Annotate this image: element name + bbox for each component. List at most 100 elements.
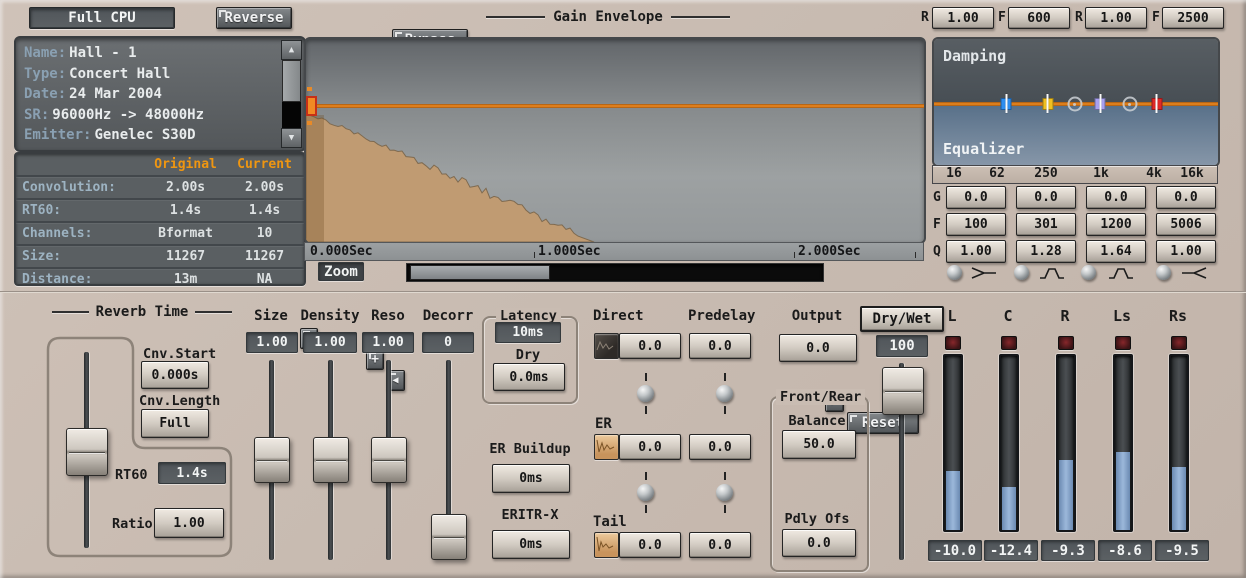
- reverb-time-slider-handle[interactable]: [66, 428, 108, 476]
- clip-led[interactable]: [1171, 336, 1187, 350]
- decorr-slider-handle[interactable]: [431, 514, 467, 560]
- r-value-2: 1.00: [1100, 11, 1131, 26]
- envelope-scrollbar[interactable]: [406, 263, 824, 282]
- scroll-up-button[interactable]: ▲: [281, 40, 302, 60]
- damping-eq-display[interactable]: Damping Equalizer: [932, 37, 1220, 167]
- predelay-header: Predelay: [688, 308, 755, 324]
- envelope-node-dot[interactable]: [307, 87, 312, 91]
- eq-q-field-4[interactable]: 1.00: [1156, 240, 1216, 263]
- eq-gain-field-2[interactable]: 0.0: [1016, 186, 1076, 209]
- direct-level-value: 0.0: [638, 339, 661, 354]
- eq-q-field-1[interactable]: 1.00: [946, 240, 1006, 263]
- clip-led[interactable]: [1001, 336, 1017, 350]
- tail-level-field[interactable]: 0.0: [619, 532, 681, 558]
- damping-marker[interactable]: [1067, 97, 1082, 112]
- time-tick: [915, 252, 916, 258]
- gain-envelope-line[interactable]: [306, 104, 924, 108]
- pdly-ofs-value: 0.0: [807, 536, 830, 551]
- eq-freq-field-3[interactable]: 1200: [1086, 213, 1146, 236]
- pdly-ofs-field[interactable]: 0.0: [782, 529, 856, 557]
- er-level-field[interactable]: 0.0: [619, 434, 681, 460]
- er-buildup-field[interactable]: 0ms: [492, 464, 570, 493]
- er-signal-icon[interactable]: [594, 434, 619, 460]
- gain-envelope-display[interactable]: [304, 37, 926, 244]
- ratio-label: Ratio: [112, 516, 153, 532]
- f-value-field-1[interactable]: 600: [1008, 7, 1070, 29]
- eq-q-field-2[interactable]: 1.28: [1016, 240, 1076, 263]
- predelay-er-crossfade-knob[interactable]: [716, 385, 733, 402]
- cnv-start-field[interactable]: 0.000s: [141, 361, 209, 389]
- latency-readout[interactable]: 10ms: [495, 322, 561, 343]
- eq-band-marker[interactable]: [1151, 98, 1162, 110]
- cpu-mode-select[interactable]: Full CPU: [29, 7, 175, 29]
- ratio-field[interactable]: 1.00: [154, 508, 224, 538]
- divider-line: [195, 311, 232, 313]
- er-predelay-field[interactable]: 0.0: [689, 434, 751, 460]
- scroll-track[interactable]: [282, 102, 301, 128]
- row-label: Convolution:: [16, 180, 146, 195]
- eq-band2-enable-button[interactable]: [1014, 265, 1029, 280]
- eq-gain-1: 0.0: [964, 190, 987, 205]
- eq-q-4: 1.00: [1170, 244, 1201, 259]
- eq-freq-field-1[interactable]: 100: [946, 213, 1006, 236]
- meter-label-Rs: Rs: [1169, 307, 1187, 325]
- output-level-field[interactable]: 0.0: [779, 334, 857, 362]
- rt60-label: RT60: [115, 467, 148, 483]
- size-slider-handle[interactable]: [254, 437, 290, 483]
- direct-level-field[interactable]: 0.0: [619, 333, 681, 359]
- scroll-thumb[interactable]: [282, 60, 301, 102]
- eq-band1-enable-button[interactable]: [947, 265, 962, 280]
- table-row: Channels: Bformat 10: [16, 223, 304, 246]
- er-row-label: ER: [595, 416, 612, 432]
- tail-predelay-field[interactable]: 0.0: [689, 532, 751, 558]
- balance-label: Balance: [789, 413, 846, 429]
- eq-q-field-3[interactable]: 1.64: [1086, 240, 1146, 263]
- cpu-mode-label: Full CPU: [68, 10, 135, 26]
- er-tail-crossfade-knob[interactable]: [637, 484, 654, 501]
- cnv-start-label: Cnv.Start: [143, 346, 216, 362]
- meter-label-C: C: [1003, 307, 1012, 325]
- direct-predelay-field[interactable]: 0.0: [689, 333, 751, 359]
- cnv-length-field[interactable]: Full: [141, 409, 209, 438]
- scroll-down-button[interactable]: ▼: [281, 128, 302, 148]
- info-scrollbar[interactable]: ▲ ▼: [281, 40, 302, 148]
- envelope-node-dot[interactable]: [307, 121, 312, 125]
- decorr-value: 0: [444, 335, 452, 350]
- r-value-field-2[interactable]: 1.00: [1085, 7, 1147, 29]
- r-value-field-1[interactable]: 1.00: [932, 7, 994, 29]
- predelay-tail-crossfade-knob[interactable]: [716, 484, 733, 501]
- cell-current: 10: [225, 226, 304, 241]
- dry-wet-button[interactable]: Dry/Wet: [860, 306, 944, 332]
- reverse-button-label: Reverse: [224, 10, 283, 26]
- reverse-button[interactable]: Reverse: [216, 7, 292, 29]
- eq-freq-field-2[interactable]: 301: [1016, 213, 1076, 236]
- f-value-field-2[interactable]: 2500: [1162, 7, 1224, 29]
- reso-slider-handle[interactable]: [371, 437, 407, 483]
- dry-wet-slider-handle[interactable]: [882, 367, 924, 415]
- eq-band-marker[interactable]: [1095, 98, 1106, 110]
- tail-signal-icon[interactable]: [594, 532, 619, 558]
- filter-shape-lowcut-icon: [970, 265, 998, 281]
- eq-gain-field-4[interactable]: 0.0: [1156, 186, 1216, 209]
- density-slider-handle[interactable]: [313, 437, 349, 483]
- envelope-scroll-thumb[interactable]: [410, 265, 550, 280]
- meter-db-R: -9.3: [1051, 543, 1085, 559]
- eq-band4-enable-button[interactable]: [1156, 265, 1171, 280]
- clip-led[interactable]: [1058, 336, 1074, 350]
- direct-signal-icon[interactable]: [594, 333, 619, 359]
- balance-field[interactable]: 50.0: [782, 430, 856, 459]
- eq-freq-field-4[interactable]: 5006: [1156, 213, 1216, 236]
- eritrx-field[interactable]: 0ms: [492, 530, 570, 559]
- damping-marker[interactable]: [1122, 97, 1137, 112]
- clip-led[interactable]: [1115, 336, 1131, 350]
- eq-gain-field-3[interactable]: 0.0: [1086, 186, 1146, 209]
- cell-original: 11267: [146, 249, 225, 264]
- eq-band-marker[interactable]: [1001, 98, 1012, 110]
- eq-band3-enable-button[interactable]: [1081, 265, 1096, 280]
- clip-led[interactable]: [945, 336, 961, 350]
- dry-latency-field[interactable]: 0.0ms: [493, 363, 565, 391]
- envelope-handle[interactable]: [306, 96, 317, 116]
- eq-gain-field-1[interactable]: 0.0: [946, 186, 1006, 209]
- eq-band-marker[interactable]: [1042, 98, 1053, 110]
- direct-er-crossfade-knob[interactable]: [637, 385, 654, 402]
